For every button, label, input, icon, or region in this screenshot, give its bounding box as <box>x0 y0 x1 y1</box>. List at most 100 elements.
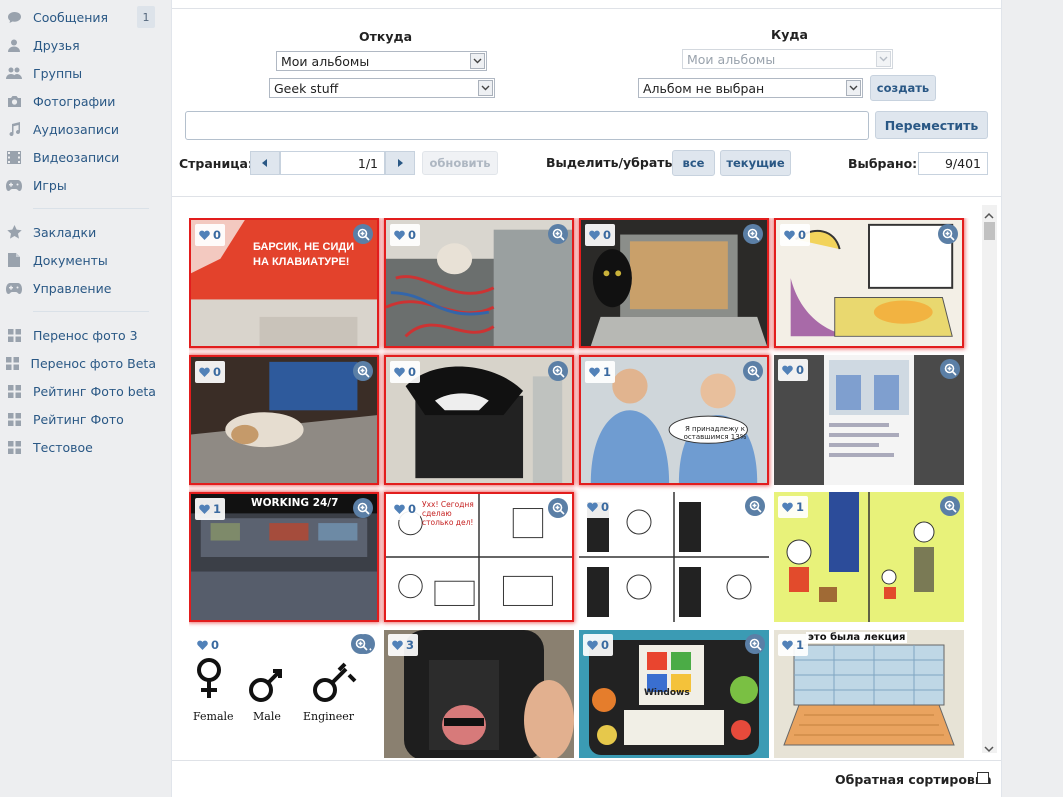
photo-tile[interactable]: 0 <box>774 355 964 485</box>
photo-tile[interactable]: 0 <box>774 218 964 348</box>
zoom-button[interactable] <box>745 496 765 516</box>
like-counter[interactable]: 0 <box>193 634 224 656</box>
zoom-icon <box>942 228 955 241</box>
sidebar-item-video[interactable]: Видеозаписи <box>6 146 156 168</box>
like-counter[interactable]: 0 <box>583 634 614 656</box>
select-toggle-label: Выделить/убрать: <box>546 155 678 170</box>
zoom-icon <box>944 363 957 376</box>
scroll-down-icon[interactable] <box>984 741 994 756</box>
zoom-button[interactable] <box>353 361 373 381</box>
photo-tile[interactable]: Я принадлежу к оставшимся 13% 1 <box>579 355 769 485</box>
photo-tile[interactable]: БАРСИК, НЕ СИДИ НА КЛАВИАТУРЕ! 0 <box>189 218 379 348</box>
sidebar-item-groups[interactable]: Группы <box>6 62 156 84</box>
move-button[interactable]: Переместить <box>875 111 988 139</box>
zoom-button[interactable] <box>745 634 765 654</box>
scrollbar-thumb[interactable] <box>984 222 995 240</box>
zoom-button[interactable] <box>548 498 568 518</box>
photo-tile[interactable]: 3 <box>384 630 574 758</box>
heart-icon <box>394 230 405 240</box>
sidebar-item-app-transfer-beta[interactable]: Перенос фото Beta <box>6 352 156 374</box>
zoom-button[interactable] <box>743 224 763 244</box>
like-counter[interactable]: 0 <box>195 361 226 383</box>
sidebar-item-app-rating-beta[interactable]: Рейтинг Фото beta <box>6 380 156 402</box>
like-count: 1 <box>603 365 612 379</box>
sidebar-divider <box>33 311 149 312</box>
select-all-button[interactable]: все <box>672 150 715 176</box>
zoom-button[interactable] <box>351 634 371 654</box>
app-icon <box>6 355 20 371</box>
like-counter[interactable]: 1 <box>778 496 809 518</box>
like-counter[interactable]: 0 <box>778 359 809 381</box>
sidebar-item-app-test[interactable]: Тестовое <box>6 436 156 458</box>
sidebar-item-app-rating[interactable]: Рейтинг Фото <box>6 408 156 430</box>
like-count: 0 <box>213 228 222 242</box>
app-icon <box>6 411 22 427</box>
source-album-select[interactable]: Geek stuff <box>269 78 495 98</box>
like-counter[interactable]: 1 <box>778 634 809 656</box>
like-counter[interactable]: 1 <box>585 361 616 383</box>
zoom-button[interactable] <box>353 498 373 518</box>
target-albums-select[interactable]: Мои альбомы <box>682 49 893 69</box>
photo-tile[interactable]: 0 <box>579 218 769 348</box>
photo-tile[interactable]: 0 <box>384 355 574 485</box>
sidebar-item-friends[interactable]: Друзья <box>6 34 156 56</box>
photo-tile[interactable]: это была лекция 1 <box>774 630 964 758</box>
scroll-up-icon[interactable] <box>984 207 994 222</box>
heart-icon <box>589 230 600 240</box>
reverse-sort-label: Обратная сортировка <box>835 772 992 787</box>
description-input[interactable] <box>185 111 869 140</box>
zoom-icon <box>552 502 565 515</box>
like-counter[interactable]: 0 <box>390 224 421 246</box>
photo-tile[interactable]: 0 <box>579 492 769 622</box>
like-counter[interactable]: 0 <box>390 361 421 383</box>
sidebar-item-photos[interactable]: Фотографии <box>6 90 156 112</box>
zoom-button[interactable] <box>548 361 568 381</box>
photo-tile[interactable]: Ухх! Сегодня сделаю столько дел! 0 <box>384 492 574 622</box>
sidebar-item-label: Видеозаписи <box>33 149 120 165</box>
reverse-sort-checkbox[interactable] <box>977 772 989 784</box>
target-album-select[interactable]: Альбом не выбран <box>638 78 863 98</box>
photo-tile[interactable]: 1 <box>774 492 964 622</box>
prev-page-button[interactable] <box>250 151 280 175</box>
photo-tile[interactable]: 0 <box>384 218 574 348</box>
sidebar-item-bookmarks[interactable]: Закладки <box>6 221 156 243</box>
like-count: 0 <box>211 638 220 652</box>
like-counter[interactable]: 0 <box>583 496 614 518</box>
like-counter[interactable]: 0 <box>390 498 421 520</box>
select-current-button[interactable]: текущие <box>720 150 791 176</box>
create-album-button[interactable]: создать <box>870 75 936 101</box>
sidebar-item-label: Управление <box>33 280 112 296</box>
sidebar-item-manage[interactable]: Управление <box>6 277 156 299</box>
sidebar-item-games[interactable]: Игры <box>6 174 156 196</box>
refresh-button[interactable]: обновить <box>422 151 498 175</box>
zoom-button[interactable] <box>743 361 763 381</box>
zoom-button[interactable] <box>353 224 373 244</box>
source-albums-select[interactable]: Мои альбомы <box>276 51 487 71</box>
photo-caption: Engineer <box>303 710 355 723</box>
zoom-button[interactable] <box>940 496 960 516</box>
sidebar-item-audio[interactable]: Аудиозаписи <box>6 118 156 140</box>
sidebar-item-messages[interactable]: Сообщения <box>6 6 156 28</box>
camera-icon <box>6 93 22 109</box>
heart-icon <box>587 640 598 650</box>
top-divider <box>172 8 1001 9</box>
zoom-button[interactable] <box>938 224 958 244</box>
zoom-button[interactable] <box>548 224 568 244</box>
zoom-button[interactable] <box>940 359 960 379</box>
sidebar-item-app-transfer-3[interactable]: Перенос фото 3 <box>6 324 156 346</box>
triangle-left-icon <box>262 159 267 167</box>
next-page-button[interactable] <box>385 151 415 175</box>
photo-tile[interactable]: Windows 0 <box>579 630 769 758</box>
sidebar-item-documents[interactable]: Документы <box>6 249 156 271</box>
like-counter[interactable]: 0 <box>780 224 811 246</box>
photo-tile[interactable]: 0 <box>189 355 379 485</box>
photo-tile[interactable]: WORKING 24/7 1 <box>189 492 379 622</box>
grid-scrollbar[interactable] <box>982 205 997 753</box>
like-counter[interactable]: 0 <box>195 224 226 246</box>
photo-tile[interactable]: Female Male Engineer 0 <box>189 630 379 758</box>
like-counter[interactable]: 3 <box>388 634 419 656</box>
heart-icon <box>394 504 405 514</box>
like-counter[interactable]: 0 <box>585 224 616 246</box>
like-count: 0 <box>408 365 417 379</box>
like-counter[interactable]: 1 <box>195 498 226 520</box>
